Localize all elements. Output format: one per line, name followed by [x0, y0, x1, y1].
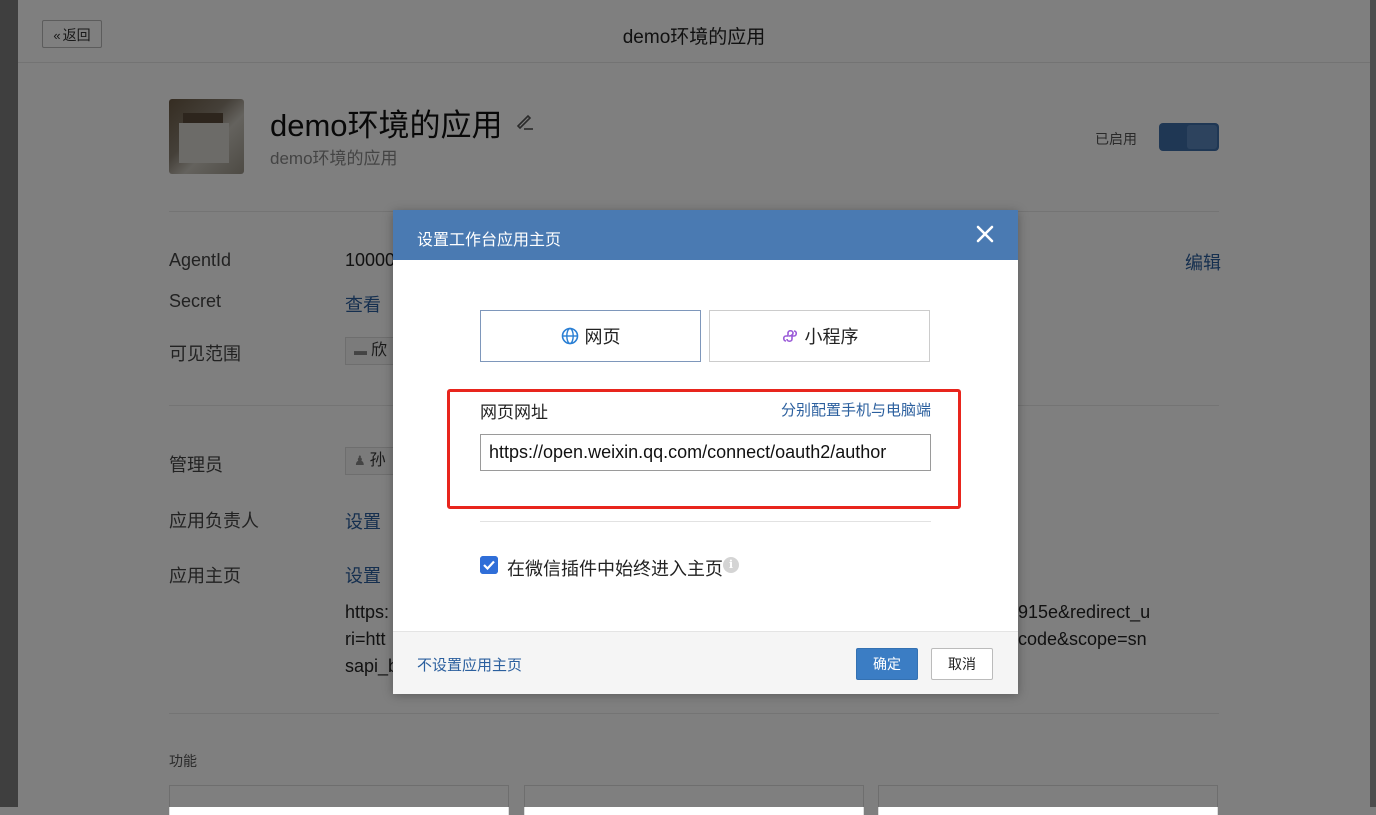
globe-icon — [561, 327, 578, 345]
tab-miniprogram[interactable]: 小程序 — [709, 310, 930, 362]
info-icon[interactable]: i — [723, 557, 739, 573]
tab-webpage[interactable]: 网页 — [480, 310, 701, 362]
cancel-button[interactable]: 取消 — [931, 648, 993, 680]
tab-webpage-label: 网页 — [584, 327, 621, 347]
tab-miniprogram-label: 小程序 — [804, 327, 859, 347]
separate-config-link[interactable]: 分别配置手机与电脑端 — [781, 399, 931, 420]
dialog-footer: 不设置应用主页 确定 取消 — [393, 631, 1018, 694]
checkbox-label: 在微信插件中始终进入主页 — [507, 559, 723, 579]
close-icon[interactable] — [972, 221, 998, 247]
divider — [480, 521, 931, 522]
no-homepage-link[interactable]: 不设置应用主页 — [417, 654, 522, 675]
dialog-header: 设置工作台应用主页 — [393, 210, 1018, 260]
url-input[interactable] — [480, 434, 931, 471]
always-enter-homepage-checkbox[interactable] — [480, 556, 498, 574]
confirm-button[interactable]: 确定 — [856, 648, 918, 680]
url-field-label: 网页网址 — [480, 403, 548, 422]
miniprogram-icon — [782, 329, 797, 343]
dialog-title: 设置工作台应用主页 — [417, 232, 562, 249]
homepage-settings-dialog: 设置工作台应用主页 网页 小程序 网页网址 分别配置手机与电脑端 在微信插件中始… — [393, 210, 1018, 694]
